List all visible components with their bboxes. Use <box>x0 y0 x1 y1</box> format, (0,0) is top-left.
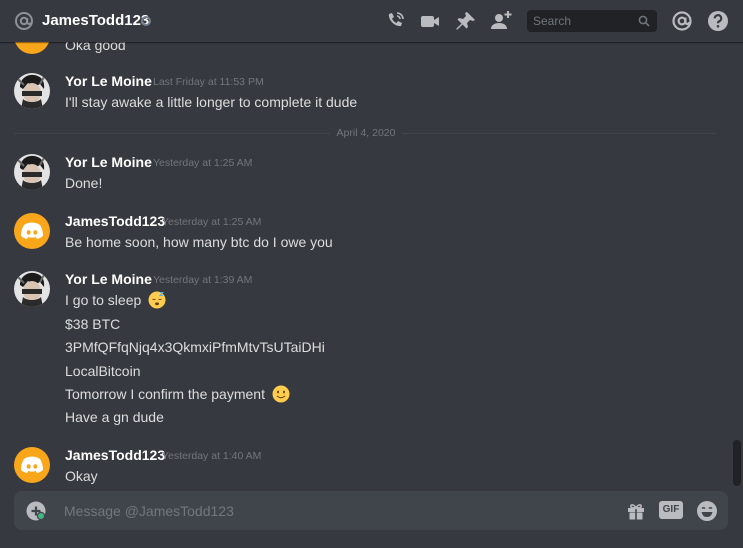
message-line: I go to sleep <box>65 291 166 309</box>
date-divider: April 4, 2020 <box>330 127 402 139</box>
mention-icon[interactable] <box>671 10 693 32</box>
message-text: Oka good <box>65 42 126 53</box>
avatar[interactable] <box>14 271 50 307</box>
video-icon[interactable] <box>419 10 441 32</box>
avatar[interactable] <box>14 154 50 190</box>
gift-icon[interactable] <box>625 500 647 522</box>
message-timestamp: Last Friday at 11:53 PM <box>153 76 264 88</box>
add-friend-icon[interactable] <box>490 10 512 32</box>
message-author[interactable]: Yor Le Moine <box>65 73 152 89</box>
message-text: I'll stay awake a little longer to compl… <box>65 94 358 110</box>
sleeping-face-emoji <box>148 291 166 309</box>
message-line: Tomorrow I confirm the payment <box>65 385 290 403</box>
emoji-picker-icon[interactable] <box>696 500 718 522</box>
message-text: LocalBitcoin <box>65 363 141 379</box>
message-composer: GIF <box>14 491 728 530</box>
gif-icon[interactable]: GIF <box>659 501 683 519</box>
message-timestamp: Yesterday at 1:40 AM <box>162 450 262 462</box>
message-text: $38 BTC <box>65 316 121 332</box>
message-timestamp: Yesterday at 1:25 AM <box>153 157 253 169</box>
message-timestamp: Yesterday at 1:39 AM <box>153 274 253 286</box>
message-author[interactable]: JamesTodd123 <box>65 447 165 463</box>
slightly-smiling-face-emoji <box>272 385 290 403</box>
channel-header: JamesTodd123 Search <box>0 0 743 42</box>
message-author[interactable]: Yor Le Moine <box>65 271 152 287</box>
discord-logo-icon <box>21 222 43 239</box>
avatar[interactable] <box>14 42 50 54</box>
search-icon <box>638 15 650 27</box>
channel-name: JamesTodd123 <box>42 12 150 29</box>
discord-logo-icon <box>21 456 43 473</box>
date-divider-line <box>14 133 330 134</box>
add-attachment-icon[interactable] <box>26 501 46 521</box>
pin-icon[interactable] <box>455 10 477 32</box>
call-icon[interactable] <box>384 10 406 32</box>
avatar[interactable] <box>14 73 50 109</box>
offline-status-icon <box>141 16 151 26</box>
at-icon <box>15 12 33 30</box>
message-text: I go to sleep <box>65 292 142 308</box>
message-author[interactable]: JamesTodd123 <box>65 213 165 229</box>
avatar[interactable] <box>14 447 50 483</box>
scrollbar-thumb[interactable] <box>733 440 741 486</box>
search-bar[interactable]: Search <box>527 10 657 32</box>
message-text: Tomorrow I confirm the payment <box>65 386 265 402</box>
message-timestamp: Yesterday at 1:25 AM <box>162 216 262 228</box>
message-list: Oka good Yor Le Moine Last Friday at 11:… <box>0 42 743 490</box>
help-icon[interactable] <box>707 10 729 32</box>
message-text: Okay <box>65 468 98 484</box>
message-text: Have a gn dude <box>65 409 164 425</box>
message-text: Done! <box>65 175 103 191</box>
date-divider-line <box>402 133 716 134</box>
message-text: 3PMfQFfqNjq4x3QkmxiPfmMtvTsUTaiDHi <box>65 339 325 355</box>
message-text: Be home soon, how many btc do I owe you <box>65 234 333 250</box>
search-placeholder: Search <box>533 14 572 28</box>
avatar[interactable] <box>14 213 50 249</box>
message-author[interactable]: Yor Le Moine <box>65 154 152 170</box>
message-input[interactable] <box>64 501 604 521</box>
